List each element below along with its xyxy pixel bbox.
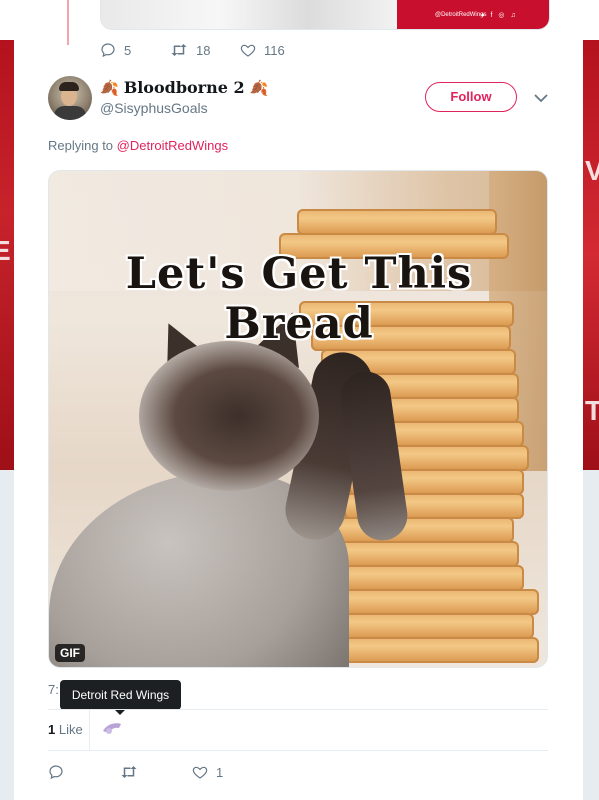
leaf-emoji: 🍂 (100, 79, 119, 97)
timestamp-left: 7: (48, 682, 59, 697)
retweet-button[interactable] (120, 764, 192, 780)
thread-line (67, 0, 69, 45)
background-letter: T (585, 395, 599, 426)
retweet-icon (121, 766, 137, 778)
reply-icon (49, 765, 63, 780)
hockey-photo (101, 0, 397, 29)
replying-prefix: Replying to (48, 138, 114, 153)
retweet-button[interactable]: 18 (170, 42, 240, 58)
more-options-button[interactable] (534, 90, 548, 108)
reply-icon (101, 43, 115, 58)
background-right-gray (583, 470, 599, 800)
display-name-row[interactable]: 🍂 Bloodborne 2 🍂 (100, 78, 268, 97)
retweet-count: 18 (196, 42, 211, 58)
likes-summary[interactable]: 1 Like (48, 722, 83, 737)
card-handle: @DetroitRedWings (435, 12, 487, 18)
previous-tweet-actions: 5 18 116 (100, 40, 310, 60)
gif-badge: GIF (55, 644, 85, 662)
red-wings-logo-icon (103, 723, 121, 734)
display-name[interactable]: Bloodborne 2 (124, 78, 245, 97)
heart-icon (240, 44, 256, 57)
leaf-emoji: 🍂 (249, 79, 269, 97)
heart-icon (192, 766, 208, 779)
like-count: 1 (216, 764, 224, 780)
gif-media[interactable]: Let's Get This Bread GIF (48, 170, 548, 668)
previous-tweet-card-image[interactable]: @DetroitRedWings ♦ f ◎ ♫ (100, 0, 550, 30)
like-count: 116 (264, 42, 285, 58)
avatar[interactable] (48, 76, 92, 120)
bread-slice (297, 209, 497, 235)
reply-button[interactable]: 5 (100, 42, 170, 58)
likes-label: Like (58, 722, 83, 737)
tweet-modal: @DetroitRedWings ♦ f ◎ ♫ 5 18 116 🍂 Bloo… (14, 0, 583, 800)
follow-button[interactable]: Follow (425, 82, 517, 112)
background-letter: E (0, 235, 11, 266)
like-button[interactable]: 116 (240, 42, 310, 58)
likes-separator (89, 710, 90, 750)
user-handle[interactable]: @SisyphusGoals (100, 100, 208, 116)
cat-head (139, 341, 319, 491)
retweet-icon (171, 44, 187, 56)
replying-to: Replying to @DetroitRedWings (48, 138, 228, 153)
background-letter: V (585, 155, 599, 186)
liker-tooltip: Detroit Red Wings (60, 680, 181, 715)
background-right-banner: V T (583, 40, 599, 470)
background-left-gray (0, 470, 14, 800)
replying-mention-link[interactable]: @DetroitRedWings (117, 138, 228, 153)
reply-button[interactable] (48, 764, 120, 780)
divider (48, 750, 548, 751)
tweet-actions: 1 (48, 762, 264, 782)
chevron-down-icon (534, 94, 548, 103)
background-left-banner: E (0, 40, 14, 470)
like-button[interactable]: 1 (192, 764, 264, 780)
likes-count: 1 (48, 722, 56, 737)
divider (48, 709, 548, 710)
card-social-icons: ♦ f ◎ ♫ (481, 12, 518, 19)
reply-count: 5 (124, 42, 132, 58)
gif-caption: Let's Get This Bread (125, 249, 473, 349)
liker-avatar[interactable] (101, 721, 123, 740)
bread-slice (379, 397, 519, 423)
